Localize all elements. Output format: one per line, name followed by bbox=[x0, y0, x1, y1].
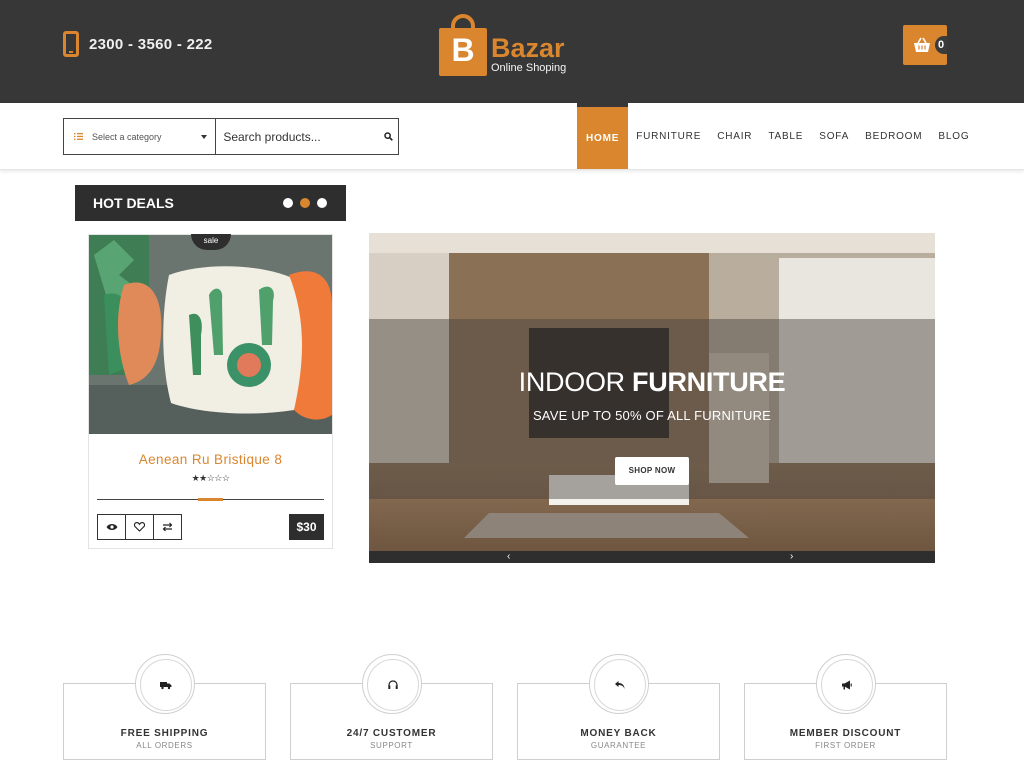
site-logo[interactable]: B Bazar Online Shoping bbox=[439, 14, 566, 76]
feature-title: FREE SHIPPING bbox=[120, 728, 209, 739]
megaphone-icon bbox=[842, 680, 852, 690]
divider-accent bbox=[198, 498, 223, 501]
rating-stars: ★★☆☆☆ bbox=[191, 473, 230, 483]
slide-subtitle: SAVE UP TO 50% OF ALL FURNITURE bbox=[532, 408, 772, 423]
quick-view-button[interactable] bbox=[97, 514, 126, 540]
wishlist-button[interactable] bbox=[125, 514, 154, 540]
heart-icon bbox=[134, 522, 145, 532]
search-input[interactable] bbox=[216, 119, 379, 154]
product-actions bbox=[97, 514, 182, 540]
cart-count: 0 bbox=[935, 36, 947, 54]
shop-now-button[interactable]: SHOP NOW bbox=[615, 457, 689, 485]
menu-item-home[interactable]: HOME bbox=[577, 103, 629, 169]
feature-subtitle: SUPPORT bbox=[370, 741, 413, 750]
slider-prev-icon[interactable]: ‹ bbox=[507, 551, 510, 563]
feature-money-back: MONEY BACK GUARANTEE bbox=[517, 654, 720, 760]
menu-item-table[interactable]: TABLE bbox=[760, 103, 811, 169]
phone-number: 2300 - 3560 - 222 bbox=[89, 35, 213, 53]
undo-icon bbox=[615, 681, 625, 689]
feature-icon-circle bbox=[816, 654, 876, 714]
feature-title: MEMBER DISCOUNT bbox=[789, 728, 902, 739]
logo-title: Bazar bbox=[491, 33, 565, 63]
menu-item-bedroom[interactable]: BEDROOM bbox=[857, 103, 930, 169]
hot-deals-pager bbox=[283, 198, 327, 208]
pager-dot-active[interactable] bbox=[300, 198, 310, 208]
feature-icon-circle bbox=[135, 654, 195, 714]
list-icon bbox=[74, 133, 83, 140]
compare-button[interactable] bbox=[153, 514, 182, 540]
eye-icon bbox=[106, 524, 117, 530]
slide-title: INDOOR FURNITURE bbox=[518, 367, 786, 397]
menu-item-blog[interactable]: BLOG bbox=[930, 103, 977, 169]
menu-item-chair[interactable]: CHAIR bbox=[709, 103, 760, 169]
feature-subtitle: GUARANTEE bbox=[590, 741, 647, 750]
search-button[interactable] bbox=[378, 119, 398, 154]
shopping-bag-icon: B bbox=[439, 14, 487, 76]
truck-icon bbox=[160, 682, 172, 690]
basket-icon bbox=[914, 37, 930, 52]
hot-deals-header: HOT DEALS bbox=[75, 185, 346, 221]
feature-subtitle: ALL ORDERS bbox=[136, 741, 193, 750]
feature-member-discount: MEMBER DISCOUNT FIRST ORDER bbox=[744, 654, 947, 760]
phone-icon bbox=[63, 31, 79, 57]
feature-icon-circle bbox=[362, 654, 422, 714]
pager-dot[interactable] bbox=[283, 198, 293, 208]
product-card: sale Aenean Ru Bristique 8 ★★☆☆☆ $30 bbox=[88, 234, 333, 549]
compare-icon bbox=[162, 522, 173, 532]
feature-title: 24/7 CUSTOMER bbox=[346, 728, 437, 739]
search-icon bbox=[383, 132, 393, 141]
hot-deals-title: HOT DEALS bbox=[93, 195, 174, 211]
caret-down-icon bbox=[201, 135, 208, 139]
menu-item-furniture[interactable]: FURNITURE bbox=[628, 103, 709, 169]
price-tag: $30 bbox=[289, 514, 324, 540]
pager-dot[interactable] bbox=[317, 198, 327, 208]
hero-slider: INDOOR FURNITURE SAVE UP TO 50% OF ALL F… bbox=[369, 233, 935, 563]
feature-free-shipping: FREE SHIPPING ALL ORDERS bbox=[63, 654, 266, 760]
phone-contact: 2300 - 3560 - 222 bbox=[63, 31, 213, 57]
category-select-label: Select a category bbox=[92, 131, 162, 142]
main-menu: HOME FURNITURE CHAIR TABLE SOFA BEDROOM … bbox=[577, 103, 977, 169]
top-header: 2300 - 3560 - 222 B Bazar Online Shoping… bbox=[0, 0, 1024, 103]
feature-icon-circle bbox=[589, 654, 649, 714]
feature-customer-support: 24/7 CUSTOMER SUPPORT bbox=[290, 654, 493, 760]
category-select[interactable]: Select a category bbox=[64, 119, 217, 154]
headphones-icon bbox=[388, 680, 398, 689]
logo-subtitle: Online Shoping bbox=[491, 62, 567, 74]
product-name[interactable]: Aenean Ru Bristique 8 bbox=[89, 452, 332, 467]
search-form: Select a category bbox=[63, 118, 399, 155]
slider-next-icon[interactable]: › bbox=[790, 551, 793, 563]
feature-subtitle: FIRST ORDER bbox=[815, 741, 876, 750]
slider-controls: ‹ › bbox=[369, 551, 935, 563]
menu-item-sofa[interactable]: SOFA bbox=[811, 103, 857, 169]
cart-button[interactable]: 0 bbox=[903, 25, 947, 65]
nav-bar: Select a category HOME FURNITURE CHAIR T… bbox=[0, 103, 1024, 170]
feature-title: MONEY BACK bbox=[580, 728, 657, 739]
product-image[interactable] bbox=[89, 235, 332, 434]
